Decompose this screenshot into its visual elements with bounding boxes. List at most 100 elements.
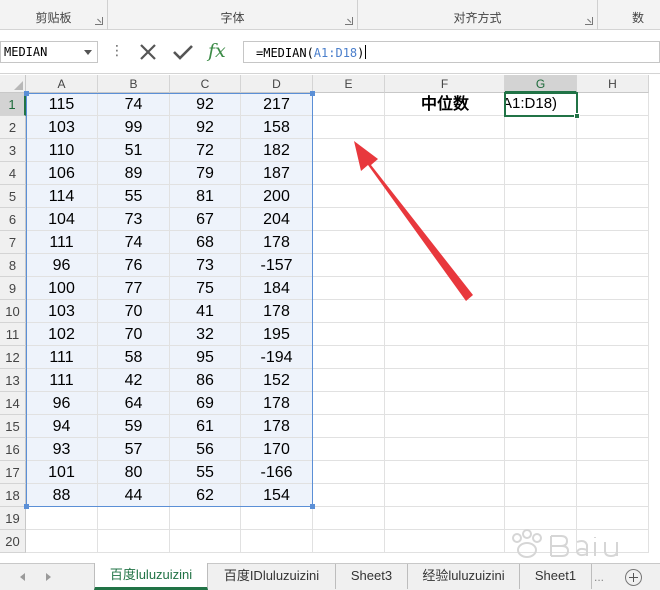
- cell-h12[interactable]: [577, 346, 649, 369]
- cell-d15[interactable]: 178: [241, 415, 313, 438]
- cell-c15[interactable]: 61: [170, 415, 241, 438]
- cell-c12[interactable]: 95: [170, 346, 241, 369]
- cell-d13[interactable]: 152: [241, 369, 313, 392]
- enter-button[interactable]: [168, 40, 198, 64]
- dialog-launcher-icon[interactable]: [585, 17, 593, 25]
- sheet-tab[interactable]: 经验luluzuizini: [408, 564, 520, 589]
- dropdown-arrow-icon[interactable]: [84, 50, 92, 55]
- cell-c9[interactable]: 75: [170, 277, 241, 300]
- cell-a11[interactable]: 102: [26, 323, 98, 346]
- cell-g10[interactable]: [505, 300, 577, 323]
- cell-e16[interactable]: [313, 438, 385, 461]
- cell-c17[interactable]: 55: [170, 461, 241, 484]
- active-cell-editor[interactable]: A1:D18): [504, 92, 578, 117]
- cell-c7[interactable]: 68: [170, 231, 241, 254]
- cell-f11[interactable]: [385, 323, 505, 346]
- cell-h2[interactable]: [577, 116, 649, 139]
- cell-a3[interactable]: 110: [26, 139, 98, 162]
- cell-b15[interactable]: 59: [98, 415, 170, 438]
- worksheet-grid[interactable]: ABCDEFGH 1 2 3 4 5 6 7 8 9 10 11 12 13 14 15 16 17 18 19 20…: [0, 75, 660, 563]
- cell-b3[interactable]: 51: [98, 139, 170, 162]
- cell-h5[interactable]: [577, 185, 649, 208]
- row-header-4[interactable]: 4: [0, 162, 26, 185]
- cell-h10[interactable]: [577, 300, 649, 323]
- cell-a4[interactable]: 106: [26, 162, 98, 185]
- cell-c4[interactable]: 79: [170, 162, 241, 185]
- column-header-g[interactable]: G: [505, 75, 577, 93]
- cell-d5[interactable]: 200: [241, 185, 313, 208]
- cell-a2[interactable]: 103: [26, 116, 98, 139]
- cell-a18[interactable]: 88: [26, 484, 98, 507]
- cell-c14[interactable]: 69: [170, 392, 241, 415]
- cell-h7[interactable]: [577, 231, 649, 254]
- cell-a10[interactable]: 103: [26, 300, 98, 323]
- row-header-5[interactable]: 5: [0, 185, 26, 208]
- cell-b8[interactable]: 76: [98, 254, 170, 277]
- cell-c11[interactable]: 32: [170, 323, 241, 346]
- cell-b16[interactable]: 57: [98, 438, 170, 461]
- formula-bar-grip[interactable]: ⋮: [110, 43, 124, 57]
- cell-a16[interactable]: 93: [26, 438, 98, 461]
- cell-c13[interactable]: 86: [170, 369, 241, 392]
- row-header-17[interactable]: 17: [0, 461, 26, 484]
- row-header-13[interactable]: 13: [0, 369, 26, 392]
- row-header-8[interactable]: 8: [0, 254, 26, 277]
- formula-input[interactable]: =MEDIAN(A1:D18): [243, 41, 660, 63]
- cell-b13[interactable]: 42: [98, 369, 170, 392]
- cell-b20[interactable]: [98, 530, 170, 553]
- cell-a17[interactable]: 101: [26, 461, 98, 484]
- cell-h15[interactable]: [577, 415, 649, 438]
- cell-e3[interactable]: [313, 139, 385, 162]
- cell-h8[interactable]: [577, 254, 649, 277]
- cell-g2[interactable]: [505, 116, 577, 139]
- cell-a7[interactable]: 111: [26, 231, 98, 254]
- row-header-1[interactable]: 1: [0, 93, 26, 116]
- cell-e12[interactable]: [313, 346, 385, 369]
- cell-h9[interactable]: [577, 277, 649, 300]
- cell-g14[interactable]: [505, 392, 577, 415]
- sheet-tab[interactable]: 百度luluzuizini: [94, 563, 208, 590]
- row-header-19[interactable]: 19: [0, 507, 26, 530]
- cell-e19[interactable]: [313, 507, 385, 530]
- cell-e20[interactable]: [313, 530, 385, 553]
- cell-g4[interactable]: [505, 162, 577, 185]
- cell-e2[interactable]: [313, 116, 385, 139]
- cell-h14[interactable]: [577, 392, 649, 415]
- column-header-h[interactable]: H: [577, 75, 649, 93]
- cell-g15[interactable]: [505, 415, 577, 438]
- cell-c20[interactable]: [170, 530, 241, 553]
- cell-c10[interactable]: 41: [170, 300, 241, 323]
- column-header-f[interactable]: F: [385, 75, 505, 93]
- cell-b11[interactable]: 70: [98, 323, 170, 346]
- row-header-2[interactable]: 2: [0, 116, 26, 139]
- select-all-corner[interactable]: [0, 75, 26, 93]
- cell-c8[interactable]: 73: [170, 254, 241, 277]
- cell-b17[interactable]: 80: [98, 461, 170, 484]
- cell-h13[interactable]: [577, 369, 649, 392]
- cell-f2[interactable]: [385, 116, 505, 139]
- row-header-7[interactable]: 7: [0, 231, 26, 254]
- cancel-button[interactable]: [132, 40, 162, 64]
- add-sheet-icon[interactable]: [625, 569, 642, 586]
- cell-d16[interactable]: 170: [241, 438, 313, 461]
- cell-d12[interactable]: -194: [241, 346, 313, 369]
- row-header-18[interactable]: 18: [0, 484, 26, 507]
- cell-g6[interactable]: [505, 208, 577, 231]
- cell-g5[interactable]: [505, 185, 577, 208]
- cell-f20[interactable]: [385, 530, 505, 553]
- cell-g12[interactable]: [505, 346, 577, 369]
- cell-d4[interactable]: 187: [241, 162, 313, 185]
- cell-e9[interactable]: [313, 277, 385, 300]
- cell-a12[interactable]: 111: [26, 346, 98, 369]
- cell-d7[interactable]: 178: [241, 231, 313, 254]
- cell-g17[interactable]: [505, 461, 577, 484]
- cell-b7[interactable]: 74: [98, 231, 170, 254]
- fx-icon[interactable]: fx: [208, 40, 226, 62]
- cell-e8[interactable]: [313, 254, 385, 277]
- cell-h16[interactable]: [577, 438, 649, 461]
- cell-d18[interactable]: 154: [241, 484, 313, 507]
- median-label-cell[interactable]: 中位数: [385, 93, 505, 116]
- cell-h17[interactable]: [577, 461, 649, 484]
- cell-e11[interactable]: [313, 323, 385, 346]
- cell-f13[interactable]: [385, 369, 505, 392]
